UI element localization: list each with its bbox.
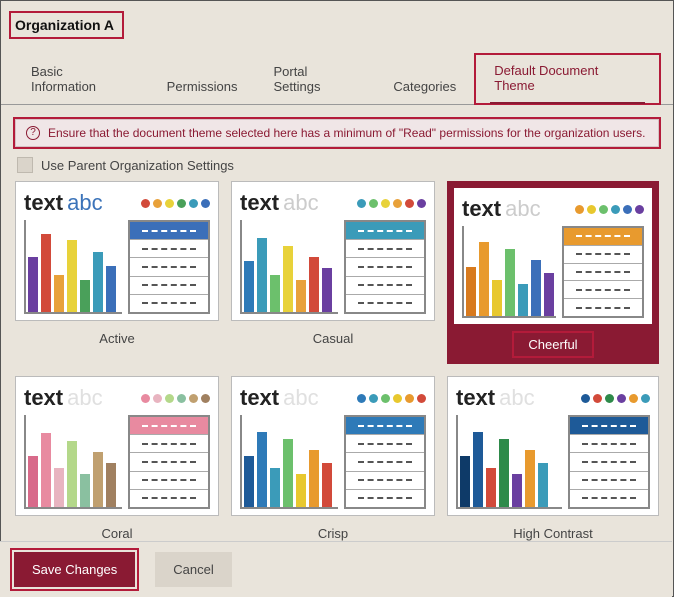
theme-name-label: Casual: [299, 327, 367, 350]
tab-basic-information[interactable]: Basic Information: [13, 56, 149, 104]
thumb-text-light: abc: [67, 190, 102, 216]
theme-card-high-contrast[interactable]: textabcHigh Contrast: [447, 376, 659, 545]
mini-bar-chart: [24, 220, 122, 314]
color-dots: [141, 394, 210, 403]
theme-card-coral[interactable]: textabcCoral: [15, 376, 219, 545]
mini-table: [344, 415, 426, 509]
color-dots: [357, 199, 426, 208]
color-dots: [357, 394, 426, 403]
mini-table: [562, 226, 644, 318]
tab-default-document-theme[interactable]: Default Document Theme: [474, 53, 661, 105]
color-dots: [581, 394, 650, 403]
thumb-text-strong: text: [456, 385, 495, 411]
mini-bar-chart: [240, 220, 338, 314]
thumb-text-strong: text: [24, 190, 63, 216]
thumb-text-light: abc: [505, 196, 540, 222]
mini-table: [128, 220, 210, 314]
thumb-text-strong: text: [24, 385, 63, 411]
thumb-text-strong: text: [462, 196, 501, 222]
cancel-button[interactable]: Cancel: [155, 552, 231, 587]
mini-bar-chart: [24, 415, 122, 509]
mini-table: [568, 415, 650, 509]
thumb-text-light: abc: [283, 190, 318, 216]
tab-permissions[interactable]: Permissions: [149, 71, 256, 104]
info-icon: ?: [26, 126, 40, 140]
thumb-text-light: abc: [67, 385, 102, 411]
org-title: Organization A: [9, 11, 124, 39]
use-parent-label: Use Parent Organization Settings: [41, 158, 234, 173]
theme-card-casual[interactable]: textabc Casual: [231, 181, 435, 364]
theme-card-cheerful[interactable]: textabc Cheerful: [447, 181, 659, 364]
thumb-text-light: abc: [499, 385, 534, 411]
mini-table: [344, 220, 426, 314]
mini-bar-chart: [462, 226, 556, 318]
permission-notice: ? Ensure that the document theme selecte…: [15, 119, 659, 147]
notice-text: Ensure that the document theme selected …: [48, 126, 646, 140]
theme-name-label: Cheerful: [512, 331, 593, 358]
color-dots: [575, 205, 644, 214]
theme-grid: textabcActivetextabcCasualtextabcCheerfu…: [15, 181, 659, 545]
thumb-text-strong: text: [240, 385, 279, 411]
theme-card-active[interactable]: textabc Active: [15, 181, 219, 364]
tab-bar: Basic Information Permissions Portal Set…: [1, 53, 673, 105]
save-button[interactable]: Save Changes: [14, 552, 135, 587]
mini-bar-chart: [456, 415, 562, 509]
tab-portal-settings[interactable]: Portal Settings: [255, 56, 375, 104]
use-parent-checkbox[interactable]: [17, 157, 33, 173]
thumb-text-light: abc: [283, 385, 318, 411]
theme-card-crisp[interactable]: textabcCrisp: [231, 376, 435, 545]
mini-bar-chart: [240, 415, 338, 509]
thumb-text-strong: text: [240, 190, 279, 216]
mini-table: [128, 415, 210, 509]
footer: Save Changes Cancel: [0, 541, 672, 597]
color-dots: [141, 199, 210, 208]
tab-categories[interactable]: Categories: [375, 71, 474, 104]
theme-name-label: Active: [85, 327, 148, 350]
